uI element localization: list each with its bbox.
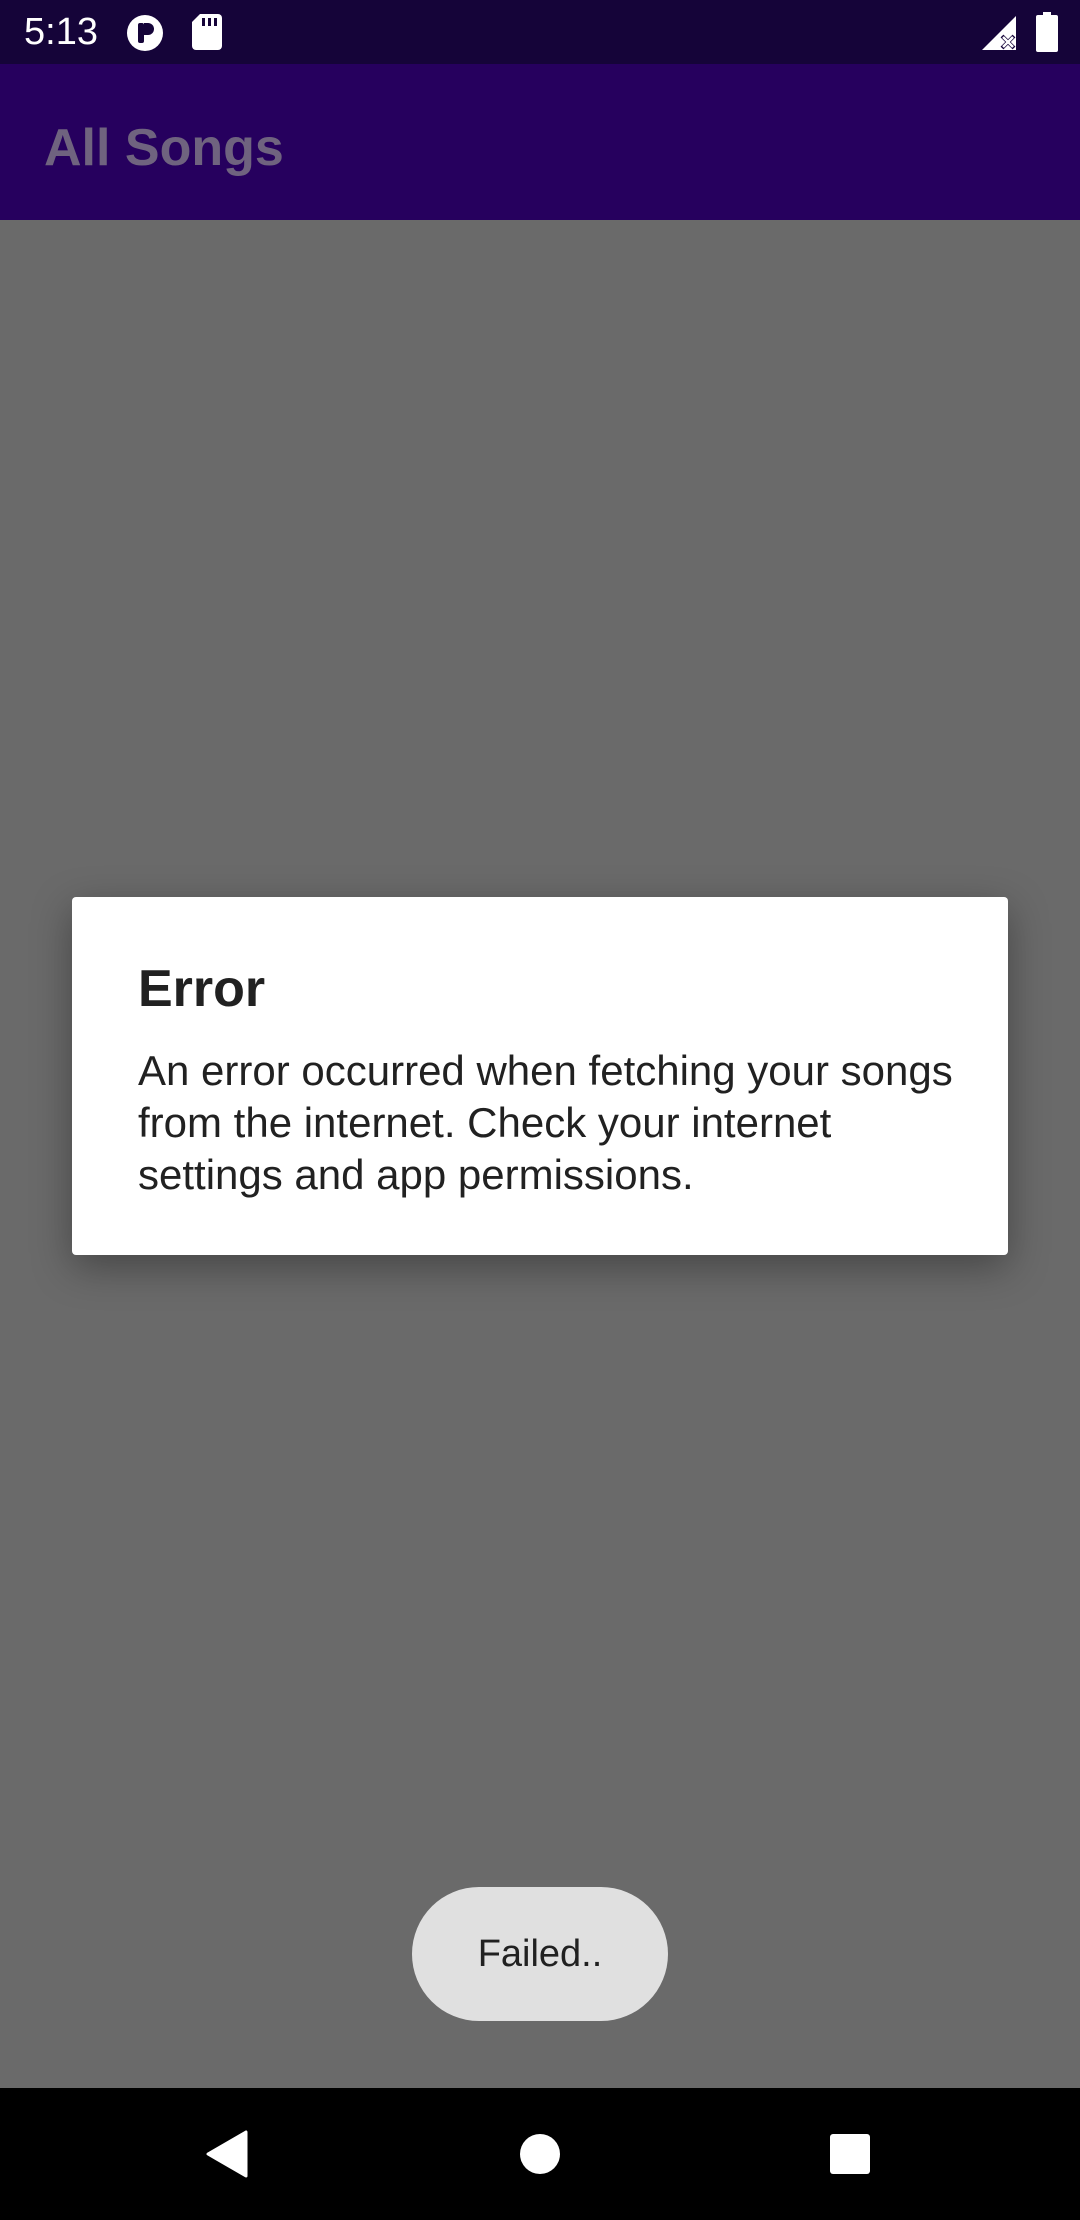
navigation-bar [0,2088,1080,2220]
app-notification-icon [126,14,164,52]
status-time: 5:13 [24,11,98,53]
error-dialog: Error An error occurred when fetching yo… [72,897,1008,1255]
dialog-title: Error [138,960,266,1018]
battery-icon [1036,12,1058,52]
status-bar: 5:13 [0,0,1080,64]
dialog-message: An error occurred when fetching your son… [138,1047,953,1198]
page-title: All Songs [44,119,284,177]
home-icon [519,2133,561,2175]
back-button[interactable] [156,2088,296,2220]
recents-icon [829,2133,871,2175]
toast: Failed.. [412,1887,668,2021]
home-button[interactable] [470,2088,610,2220]
signal-no-data-icon [980,14,1018,52]
recents-button[interactable] [780,2088,920,2220]
screen: 5:13 All Songs Error An error occurred w… [0,0,1080,2220]
sd-card-icon [192,14,222,50]
toast-text: Failed.. [477,1932,603,1975]
app-bar: All Songs [0,64,1080,220]
back-icon [204,2130,248,2178]
